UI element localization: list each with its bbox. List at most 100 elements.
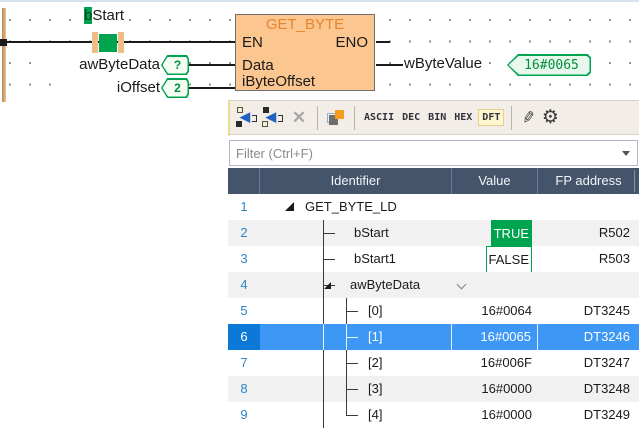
table-header: Identifier Value FP address (228, 168, 639, 194)
delete-icon[interactable]: ✕ (287, 106, 311, 130)
identifier-cell: [3] (260, 376, 452, 402)
toolbar-separator (511, 106, 512, 130)
tree-line (323, 402, 324, 428)
tree-line (323, 298, 324, 324)
write-value-arrow: ◀ (240, 109, 250, 125)
fp-address-cell: R503 (538, 246, 639, 272)
tree-line (323, 324, 324, 350)
value-cell[interactable]: 16#0065 (452, 324, 538, 350)
format-button-ascii[interactable]: ASCII (362, 109, 396, 126)
identifier-label: [2] (368, 350, 382, 376)
write-all-arrow: ◀ (266, 109, 276, 125)
tree-line (323, 376, 324, 402)
write-value-icon-part (252, 115, 257, 122)
format-button-bin[interactable]: BIN (426, 109, 448, 126)
ladder-editor: bStart awByteData ? iOffset 2 GET_BYTE E… (0, 0, 639, 102)
identifier-label: bStart (354, 220, 389, 246)
header-identifier[interactable]: Identifier (260, 168, 452, 194)
value-cell[interactable]: TRUE (452, 220, 538, 246)
expander-icon[interactable] (285, 202, 294, 211)
table-row-array-0[interactable]: 5 [0] 16#0064 DT3245 (228, 298, 639, 324)
row-number: 5 (228, 298, 260, 324)
contact-label-text: Start (92, 7, 124, 24)
value-cell[interactable]: 16#0000 (452, 376, 538, 402)
offset-wire (189, 87, 235, 89)
format-button-dec[interactable]: DEC (400, 109, 422, 126)
table-row-array-2[interactable]: 7 [2] 16#006F DT3247 (228, 350, 639, 376)
row-number: 6 (228, 324, 260, 350)
row-number: 1 (228, 194, 260, 220)
input-variable-ioffset[interactable]: iOffset (60, 78, 160, 98)
toolbar-separator (317, 106, 318, 130)
row-number: 8 (228, 376, 260, 402)
pin-ibyteoffset: iByteOffset (242, 73, 315, 90)
cascade-windows-icon[interactable] (324, 106, 348, 130)
identifier-cell: [4] (260, 402, 452, 428)
table-row-get-byte-ld[interactable]: 1 GET_BYTE_LD (228, 194, 639, 220)
watch-toolbar: ◀ ◀ ✕ ASCII DEC BIN HEX DFT ✎ ⚙ (228, 100, 639, 135)
header-value[interactable]: Value (452, 168, 538, 194)
write-value-icon[interactable]: ◀ (235, 106, 259, 130)
cascade-icon-part (335, 110, 344, 119)
fp-address-cell: R502 (538, 220, 639, 246)
rung-junction (0, 39, 7, 46)
gear-icon[interactable]: ⚙ (539, 106, 561, 129)
value-cell[interactable]: 16#0000 (452, 402, 538, 428)
value-cell[interactable]: 16#0064 (452, 298, 538, 324)
toolbar-separator (354, 106, 355, 130)
eno-wire (376, 41, 390, 43)
pen-icon[interactable]: ✎ (517, 108, 539, 128)
header-seam (634, 170, 635, 192)
tree-line (346, 389, 358, 390)
write-all-icon-part (278, 115, 283, 122)
pin-eno: ENO (335, 34, 368, 51)
format-button-hex[interactable]: HEX (452, 109, 474, 126)
pen-glyph: ✎ (520, 106, 537, 128)
filter-dropdown-arrow-icon[interactable] (617, 141, 637, 165)
tree-line (346, 311, 358, 312)
true-badge: TRUE (491, 220, 532, 248)
pin-en: EN (242, 34, 263, 51)
write-all-values-icon[interactable]: ◀ (261, 106, 285, 130)
value-cell[interactable] (452, 194, 538, 220)
table-row-array-3[interactable]: 8 [3] 16#0000 DT3248 (228, 376, 639, 402)
monitor-badge-output-value: 16#0065 (509, 56, 590, 75)
table-row-bstart[interactable]: 2 bStart TRUE R502 (228, 220, 639, 246)
false-badge: FALSE (486, 246, 532, 274)
fp-address-cell: DT3246 (538, 324, 639, 350)
contact-symbol-right[interactable] (118, 32, 124, 53)
table-row-array-1-selected[interactable]: 6 [1] 16#0065 DT3246 (228, 324, 639, 350)
identifier-label: awByteData (350, 272, 420, 298)
function-block-title: GET_BYTE (236, 16, 374, 33)
filter-input[interactable] (230, 146, 617, 161)
tree-line (346, 415, 358, 416)
identifier-cell: bStart (260, 220, 452, 246)
header-row-number (228, 168, 260, 194)
table-row-awbytedata[interactable]: 4 awByteData (228, 272, 639, 298)
row-number: 2 (228, 220, 260, 246)
value-cell[interactable]: FALSE (452, 246, 538, 272)
table-row-array-4[interactable]: 9 [4] 16#0000 DT3249 (228, 402, 639, 428)
output-variable-wbytevalue[interactable]: wByteValue (404, 54, 482, 74)
identifier-cell: [2] (260, 350, 452, 376)
contact-energized-indicator[interactable] (99, 34, 117, 52)
row-number: 3 (228, 246, 260, 272)
tree-line (346, 363, 358, 364)
fp-address-cell (538, 194, 639, 220)
tree-line (346, 337, 358, 338)
row-number: 9 (228, 402, 260, 428)
contact-variable-label[interactable]: bStart (84, 6, 124, 26)
row-number: 7 (228, 350, 260, 376)
identifier-label: GET_BYTE_LD (305, 194, 397, 220)
contact-symbol-left[interactable] (92, 32, 98, 53)
identifier-label: [0] (368, 298, 382, 324)
input-variable-awbytedata[interactable]: awByteData (40, 55, 160, 75)
header-fp-address[interactable]: FP address (538, 168, 639, 194)
value-cell[interactable]: 16#006F (452, 350, 538, 376)
function-block-get-byte[interactable]: GET_BYTE EN ENO Data iByteOffset (235, 14, 375, 91)
expander-icon[interactable] (324, 282, 331, 289)
power-rail (2, 8, 6, 102)
format-button-dft[interactable]: DFT (478, 109, 504, 126)
monitor-badge-output[interactable]: 16#0065 (507, 54, 591, 76)
table-row-bstart1[interactable]: 3 bStart1 FALSE R503 (228, 246, 639, 272)
